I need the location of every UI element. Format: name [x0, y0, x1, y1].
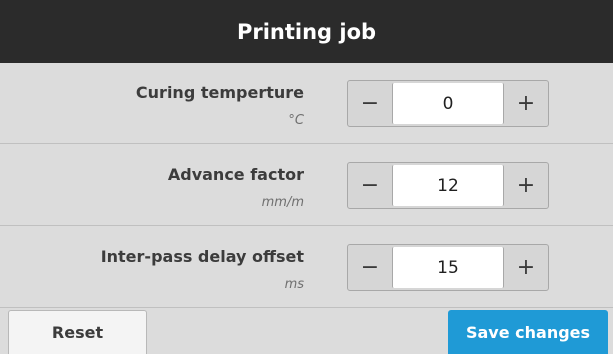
increment-button[interactable]: +	[504, 163, 548, 208]
page-title: Printing job	[236, 19, 377, 44]
reset-button[interactable]: Reset	[8, 310, 147, 354]
setting-unit: mm/m	[261, 195, 304, 210]
curing-temperature-field[interactable]: 0	[392, 83, 504, 124]
setting-unit: °C	[288, 113, 304, 128]
advance-factor-stepper: − 12 +	[347, 162, 549, 209]
footer: Reset Save changes	[0, 310, 613, 354]
setting-row-advance-factor: Advance factor mm/m − 12 +	[0, 145, 613, 226]
setting-label: Curing temperture	[135, 83, 304, 102]
decrement-button[interactable]: −	[348, 81, 392, 126]
inter-pass-delay-offset-field[interactable]: 15	[392, 247, 504, 288]
divider	[0, 307, 613, 308]
divider	[0, 143, 613, 144]
decrement-button[interactable]: −	[348, 245, 392, 290]
setting-row-inter-pass-delay-offset: Inter-pass delay offset ms − 15 +	[0, 227, 613, 308]
increment-button[interactable]: +	[504, 245, 548, 290]
setting-label: Inter-pass delay offset	[100, 247, 304, 266]
setting-label: Advance factor	[167, 165, 304, 184]
decrement-button[interactable]: −	[348, 163, 392, 208]
advance-factor-field[interactable]: 12	[392, 165, 504, 206]
setting-row-curing-temperature: Curing temperture °C − 0 +	[0, 63, 613, 144]
curing-temperature-stepper: − 0 +	[347, 80, 549, 127]
inter-pass-delay-offset-stepper: − 15 +	[347, 244, 549, 291]
save-changes-button[interactable]: Save changes	[448, 310, 608, 354]
increment-button[interactable]: +	[504, 81, 548, 126]
setting-unit: ms	[284, 277, 304, 292]
title-bar: Printing job	[0, 0, 613, 63]
divider	[0, 225, 613, 226]
